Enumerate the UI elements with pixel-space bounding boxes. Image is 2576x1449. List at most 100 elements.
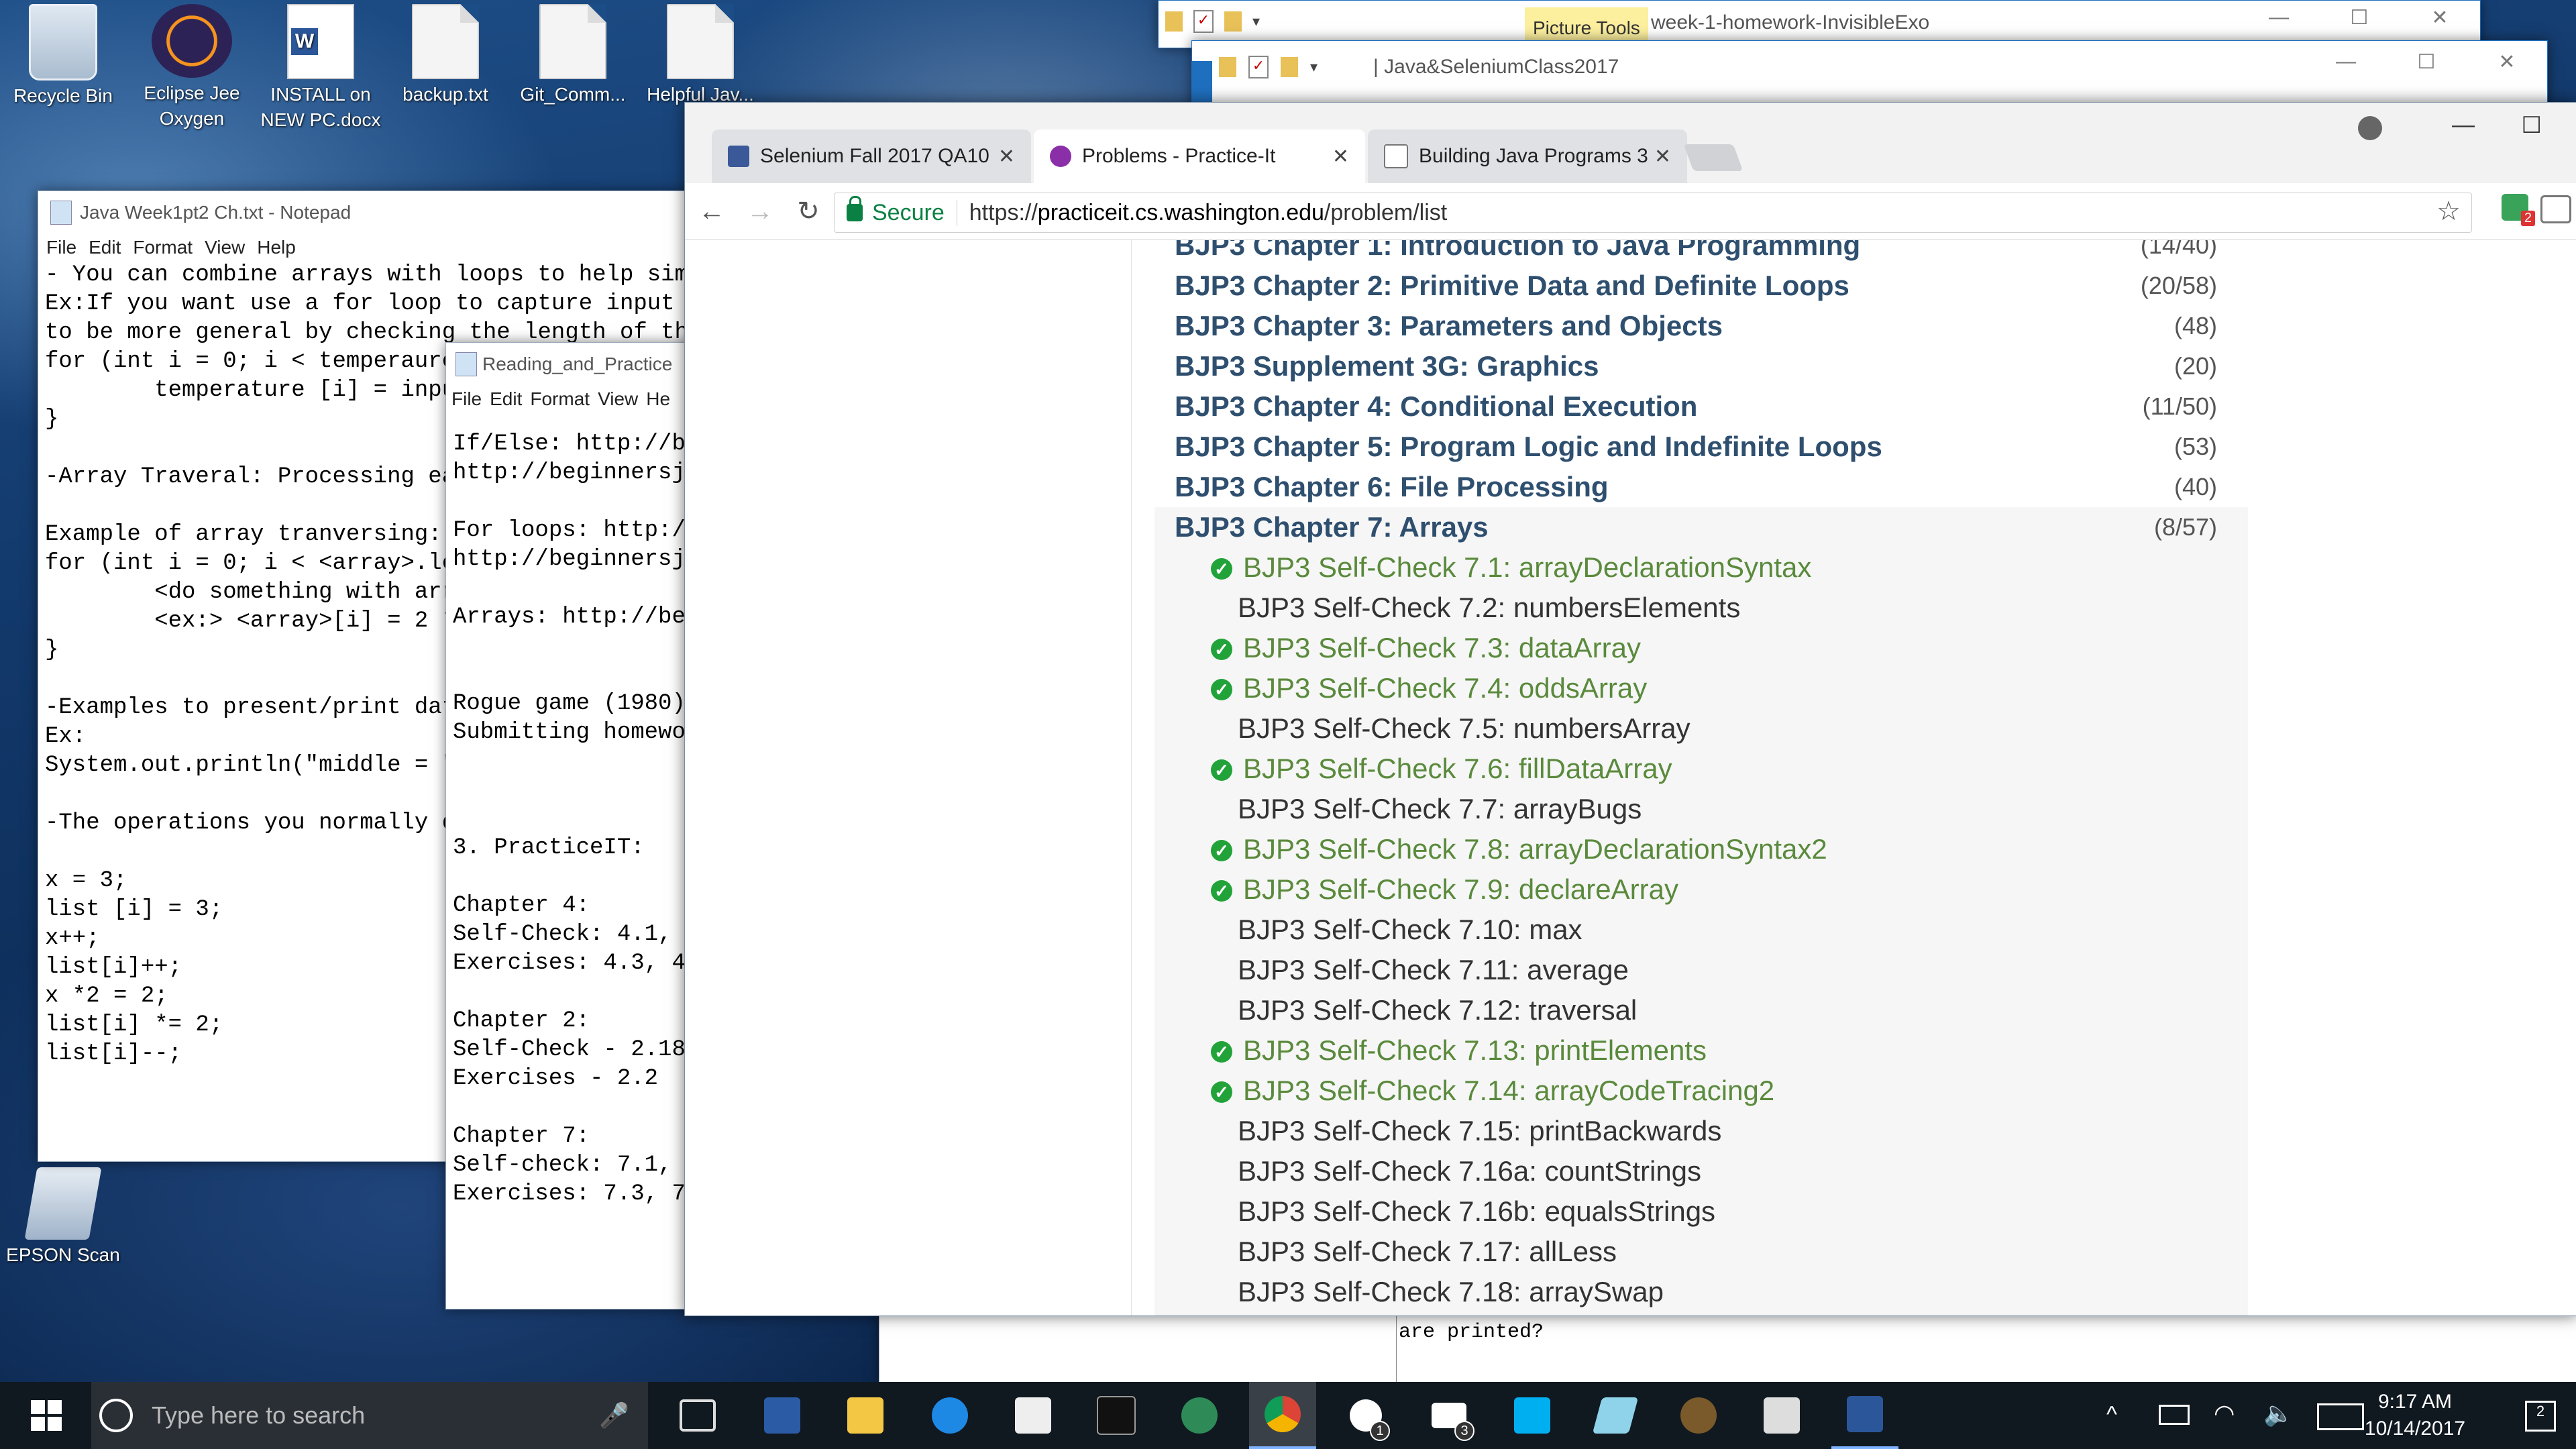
taskbar-snipping[interactable]: [1582, 1382, 1649, 1449]
forward-arrow-icon[interactable]: →: [741, 193, 779, 230]
menu-format[interactable]: Format: [133, 237, 193, 258]
task-view-button[interactable]: [664, 1382, 731, 1449]
desktop-icon-helpful-java[interactable]: Helpful Jav...: [640, 4, 761, 107]
problem-link[interactable]: BJP3 Self-Check 7.13: printElements: [1243, 1034, 1707, 1067]
close-button[interactable]: ✕: [2467, 50, 2547, 74]
menu-view[interactable]: View: [205, 237, 245, 258]
maximize-button[interactable]: ☐: [2386, 50, 2467, 74]
problem-row[interactable]: BJP3 Self-Check 7.19: ReferenceMystery1: [1155, 1312, 2248, 1316]
taskbar-word[interactable]: [1831, 1382, 1898, 1449]
problem-row[interactable]: BJP3 Self-Check 7.10: max: [1155, 910, 2248, 950]
problem-row[interactable]: ✓ BJP3 Self-Check 7.1: arrayDeclarationSy…: [1155, 547, 2248, 588]
menu-edit[interactable]: Edit: [490, 388, 522, 410]
chapter-title[interactable]: BJP3 Chapter 3: Parameters and Objects: [1175, 310, 1723, 342]
minimize-button[interactable]: —: [2452, 112, 2475, 138]
chapter-title[interactable]: BJP3 Chapter 1: Introduction to Java Pro…: [1175, 240, 1860, 262]
problem-link[interactable]: BJP3 Self-Check 7.8: arrayDeclarationSyn…: [1243, 833, 1827, 865]
problem-link[interactable]: BJP3 Self-Check 7.5: numbersArray: [1238, 712, 1690, 745]
menu-view[interactable]: View: [598, 388, 638, 410]
problem-row[interactable]: ✓ BJP3 Self-Check 7.9: declareArray: [1155, 869, 2248, 910]
problem-row[interactable]: ✓ BJP3 Self-Check 7.4: oddsArray: [1155, 668, 2248, 708]
chapter-row[interactable]: BJP3 Chapter 7: Arrays (8/57): [1155, 507, 2248, 547]
new-folder-icon[interactable]: [1281, 57, 1298, 77]
maximize-button[interactable]: ☐: [2522, 112, 2542, 139]
chapter-title[interactable]: BJP3 Chapter 7: Arrays: [1175, 511, 1489, 543]
problem-row[interactable]: BJP3 Self-Check 7.16b: equalsStrings: [1155, 1191, 2248, 1232]
camera-extension-icon[interactable]: [2540, 195, 2571, 223]
problem-row[interactable]: BJP3 Self-Check 7.15: printBackwards: [1155, 1111, 2248, 1151]
desktop-icon-recycle-bin[interactable]: Recycle Bin: [3, 4, 123, 109]
problem-row[interactable]: BJP3 Self-Check 7.12: traversal: [1155, 990, 2248, 1030]
problem-link[interactable]: BJP3 Self-Check 7.15: printBackwards: [1238, 1115, 1721, 1147]
properties-icon[interactable]: ✓: [1248, 56, 1269, 78]
chapter-title[interactable]: BJP3 Chapter 2: Primitive Data and Defin…: [1175, 270, 1849, 302]
taskbar-app[interactable]: [1166, 1382, 1233, 1449]
problem-link[interactable]: BJP3 Self-Check 7.16b: equalsStrings: [1238, 1195, 1715, 1228]
problem-row[interactable]: BJP3 Self-Check 7.18: arraySwap: [1155, 1272, 2248, 1312]
taskbar-calculator[interactable]: [1748, 1382, 1815, 1449]
close-tab-icon[interactable]: ✕: [1332, 145, 1349, 168]
customize-toolbar-icon[interactable]: ▾: [1310, 58, 1318, 76]
menu-help[interactable]: He: [646, 388, 670, 410]
taskbar-skype[interactable]: [1499, 1382, 1566, 1449]
taskbar-game[interactable]: [1665, 1382, 1732, 1449]
chapter-row[interactable]: BJP3 Chapter 1: Introduction to Java Pro…: [1155, 240, 2248, 266]
chapter-row[interactable]: BJP3 Chapter 2: Primitive Data and Defin…: [1155, 266, 2248, 306]
close-tab-icon[interactable]: ✕: [998, 145, 1015, 168]
tab-practice-it[interactable]: Problems - Practice-It ✕: [1034, 129, 1365, 183]
menu-help[interactable]: Help: [257, 237, 296, 258]
new-folder-icon[interactable]: [1224, 11, 1242, 32]
profile-icon[interactable]: [2358, 116, 2382, 140]
wifi-icon[interactable]: ◠: [2214, 1399, 2235, 1428]
problem-row[interactable]: BJP3 Self-Check 7.16a: countStrings: [1155, 1151, 2248, 1191]
customize-toolbar-icon[interactable]: ▾: [1252, 13, 1260, 30]
menu-format[interactable]: Format: [530, 388, 590, 410]
show-hidden-icons-icon[interactable]: ^: [2106, 1402, 2117, 1428]
menu-file[interactable]: File: [46, 237, 76, 258]
problem-link[interactable]: BJP3 Self-Check 7.11: average: [1238, 954, 1629, 986]
menu-edit[interactable]: Edit: [89, 237, 121, 258]
desktop-icon-backup-txt[interactable]: backup.txt: [385, 4, 506, 107]
problem-row[interactable]: ✓ BJP3 Self-Check 7.3: dataArray: [1155, 628, 2248, 668]
start-button[interactable]: [9, 1382, 83, 1449]
problem-link[interactable]: BJP3 Self-Check 7.1: arrayDeclarationSyn…: [1243, 551, 1811, 584]
problem-link[interactable]: BJP3 Self-Check 7.14: arrayCodeTracing2: [1243, 1075, 1774, 1107]
chapter-title[interactable]: BJP3 Supplement 3G: Graphics: [1175, 350, 1599, 382]
maximize-button[interactable]: ☐: [2319, 6, 2400, 30]
picture-tools-tab[interactable]: Picture Tools: [1525, 7, 1648, 41]
problem-link[interactable]: BJP3 Self-Check 7.3: dataArray: [1243, 632, 1641, 664]
problem-row[interactable]: BJP3 Self-Check 7.7: arrayBugs: [1155, 789, 2248, 829]
back-arrow-icon[interactable]: ←: [693, 193, 731, 230]
desktop-icon-eclipse[interactable]: Eclipse Jee Oxygen: [131, 4, 252, 131]
problem-link[interactable]: BJP3 Self-Check 7.7: arrayBugs: [1238, 793, 1642, 825]
chapter-row[interactable]: BJP3 Chapter 6: File Processing (40): [1155, 467, 2248, 507]
notepad-title-bar[interactable]: Java Week1pt2 Ch.txt - Notepad: [38, 191, 696, 234]
problem-row[interactable]: ✓ BJP3 Self-Check 7.6: fillDataArray: [1155, 749, 2248, 789]
new-tab-button[interactable]: [1683, 144, 1743, 171]
problem-link[interactable]: BJP3 Self-Check 7.18: arraySwap: [1238, 1276, 1664, 1308]
taskbar-file-explorer[interactable]: [832, 1382, 899, 1449]
notepad-window-reading[interactable]: Reading_and_Practice File Edit Format Vi…: [445, 342, 702, 1309]
tab-selenium[interactable]: Selenium Fall 2017 QA10 ✕: [712, 129, 1031, 183]
desktop-icon-git-comm[interactable]: Git_Comm...: [513, 4, 633, 107]
notepad-title-bar[interactable]: Reading_and_Practice: [446, 343, 701, 386]
chapter-row[interactable]: BJP3 Supplement 3G: Graphics (20): [1155, 346, 2248, 386]
taskbar-chrome[interactable]: [1249, 1382, 1316, 1449]
volume-icon[interactable]: 🔈: [2263, 1399, 2294, 1428]
background-document-window[interactable]: are printed?: [879, 1308, 2576, 1383]
problem-row[interactable]: BJP3 Self-Check 7.2: numbersElements: [1155, 588, 2248, 628]
bookmark-star-icon[interactable]: ☆: [2436, 196, 2461, 227]
taskbar-terminal[interactable]: [1083, 1382, 1150, 1449]
extension-icon[interactable]: 2: [2502, 194, 2535, 226]
taskbar-mail[interactable]: 3: [1415, 1382, 1483, 1449]
problem-link[interactable]: BJP3 Self-Check 7.10: max: [1238, 914, 1582, 946]
problem-row[interactable]: ✓ BJP3 Self-Check 7.8: arrayDeclarationSy…: [1155, 829, 2248, 869]
close-button[interactable]: ✕: [2400, 6, 2480, 30]
taskbar-search[interactable]: Type here to search 🎤: [91, 1382, 648, 1449]
minimize-button[interactable]: —: [2306, 50, 2386, 74]
action-center-icon[interactable]: 2: [2525, 1401, 2556, 1432]
menu-file[interactable]: File: [451, 388, 482, 410]
microphone-icon[interactable]: 🎤: [599, 1401, 629, 1430]
problem-row[interactable]: ✓ BJP3 Self-Check 7.14: arrayCodeTracing2: [1155, 1071, 2248, 1111]
address-bar[interactable]: Secure https://practiceit.cs.washington.…: [834, 193, 2472, 233]
